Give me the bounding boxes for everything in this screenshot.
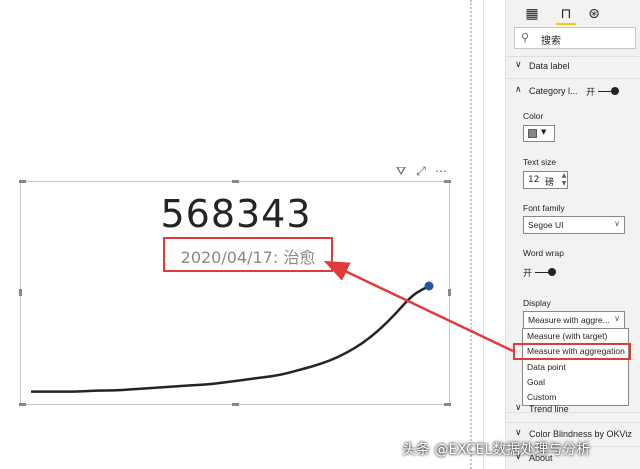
watermark-text: 头条 @EXCEL数据处理与分析 [402,442,591,458]
annotation-arrow [323,260,514,353]
annotation-arrows [323,260,514,353]
